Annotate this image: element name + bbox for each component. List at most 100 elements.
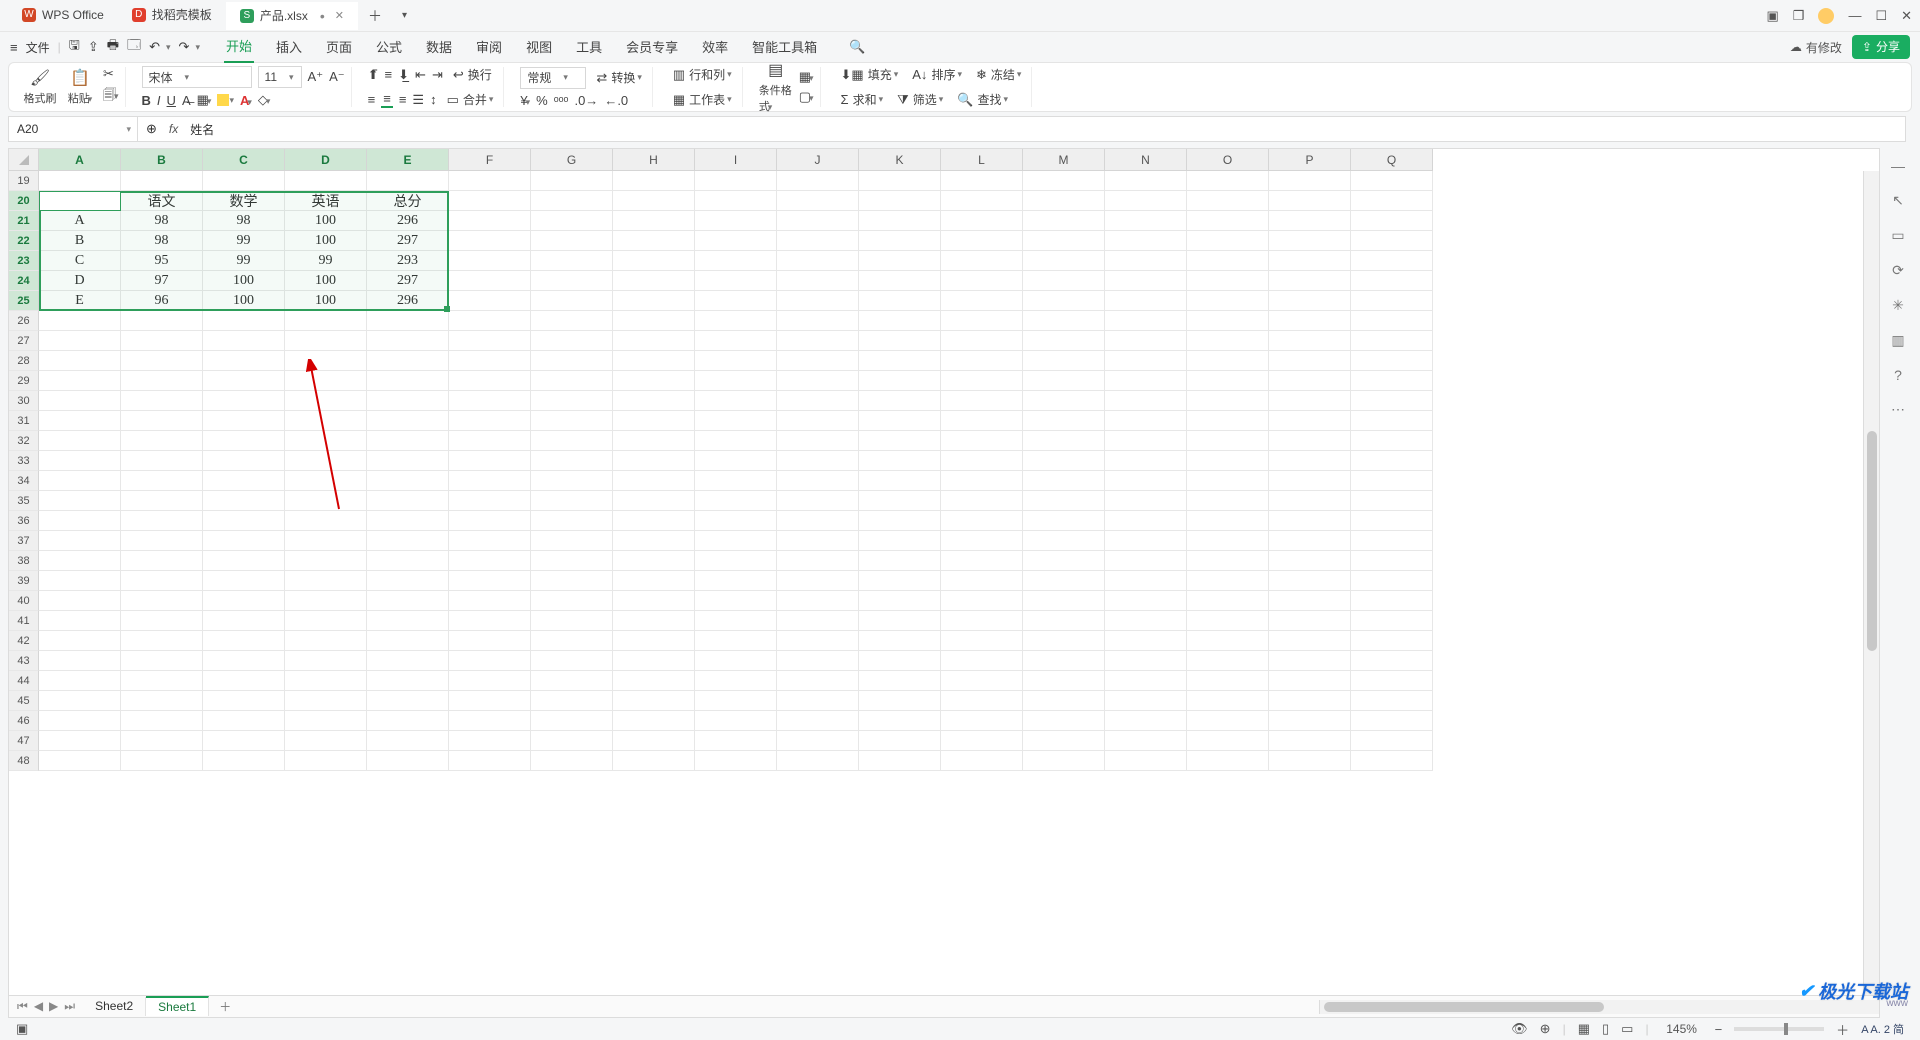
cell[interactable] bbox=[941, 371, 1023, 391]
sheet-tab[interactable]: Sheet1 bbox=[146, 996, 209, 1016]
cell[interactable] bbox=[367, 171, 449, 191]
ribbon-tab-efficiency[interactable]: 效率 bbox=[700, 33, 730, 62]
cell[interactable] bbox=[1269, 171, 1351, 191]
cell[interactable] bbox=[367, 571, 449, 591]
fill-color-button[interactable]: ▾ bbox=[217, 94, 234, 106]
sheet-prev-icon[interactable]: ◀ bbox=[34, 999, 43, 1014]
cell[interactable] bbox=[1187, 471, 1269, 491]
cell[interactable] bbox=[695, 611, 777, 631]
cell[interactable] bbox=[613, 171, 695, 191]
cell[interactable] bbox=[203, 631, 285, 651]
cell[interactable] bbox=[695, 211, 777, 231]
cell[interactable] bbox=[367, 671, 449, 691]
cell[interactable] bbox=[1187, 651, 1269, 671]
cell[interactable] bbox=[613, 451, 695, 471]
cell[interactable] bbox=[1269, 291, 1351, 311]
cell[interactable] bbox=[1269, 391, 1351, 411]
cell[interactable] bbox=[1105, 551, 1187, 571]
cell[interactable] bbox=[285, 711, 367, 731]
cell[interactable] bbox=[1269, 371, 1351, 391]
window-close-icon[interactable]: ✕ bbox=[1901, 8, 1912, 24]
cell[interactable] bbox=[1023, 191, 1105, 211]
cell[interactable] bbox=[285, 451, 367, 471]
cell[interactable] bbox=[449, 391, 531, 411]
cell[interactable]: E bbox=[39, 291, 121, 311]
cell[interactable] bbox=[695, 451, 777, 471]
cell[interactable] bbox=[1351, 751, 1433, 771]
merge-button[interactable]: ▭合并▾ bbox=[443, 89, 498, 110]
window-maximize-icon[interactable]: ☐ bbox=[1875, 8, 1887, 24]
cell[interactable] bbox=[531, 471, 613, 491]
cell[interactable] bbox=[941, 191, 1023, 211]
cell[interactable] bbox=[367, 751, 449, 771]
cell[interactable] bbox=[695, 751, 777, 771]
cell[interactable] bbox=[39, 331, 121, 351]
cell[interactable] bbox=[39, 711, 121, 731]
cell[interactable] bbox=[613, 591, 695, 611]
cell[interactable] bbox=[859, 471, 941, 491]
cell[interactable] bbox=[39, 751, 121, 771]
cell[interactable] bbox=[941, 531, 1023, 551]
cell[interactable] bbox=[367, 311, 449, 331]
zoom-slider[interactable] bbox=[1734, 1027, 1824, 1031]
row-header[interactable]: 23 bbox=[9, 251, 39, 271]
cell[interactable] bbox=[859, 631, 941, 651]
cell[interactable] bbox=[1351, 651, 1433, 671]
cell[interactable] bbox=[1187, 211, 1269, 231]
column-header[interactable]: I bbox=[695, 149, 777, 171]
cell[interactable] bbox=[1187, 191, 1269, 211]
cell[interactable]: 100 bbox=[285, 211, 367, 231]
tab-list-button[interactable]: ▾ bbox=[392, 10, 417, 21]
cell[interactable] bbox=[613, 291, 695, 311]
row-header[interactable]: 28 bbox=[9, 351, 39, 371]
cell[interactable] bbox=[449, 311, 531, 331]
decimal-dec-icon[interactable]: ←.0 bbox=[604, 93, 628, 108]
cell[interactable] bbox=[1023, 251, 1105, 271]
cell[interactable] bbox=[531, 331, 613, 351]
chevron-down-icon[interactable]: ▾ bbox=[126, 124, 131, 135]
cell[interactable] bbox=[531, 231, 613, 251]
cell[interactable] bbox=[285, 391, 367, 411]
cell[interactable] bbox=[777, 411, 859, 431]
cell[interactable] bbox=[859, 691, 941, 711]
cell[interactable] bbox=[1187, 291, 1269, 311]
ribbon-tab-vip[interactable]: 会员专享 bbox=[624, 33, 680, 62]
cell[interactable] bbox=[1269, 511, 1351, 531]
cell[interactable] bbox=[695, 311, 777, 331]
cell[interactable] bbox=[859, 671, 941, 691]
cell[interactable]: 数学 bbox=[203, 191, 285, 211]
fill-button[interactable]: ⬇▦填充▾ bbox=[837, 64, 903, 85]
cell[interactable]: C bbox=[39, 251, 121, 271]
cell[interactable] bbox=[859, 531, 941, 551]
row-header[interactable]: 29 bbox=[9, 371, 39, 391]
cell[interactable] bbox=[613, 351, 695, 371]
cell[interactable] bbox=[695, 591, 777, 611]
cell[interactable] bbox=[203, 171, 285, 191]
cell[interactable] bbox=[1187, 451, 1269, 471]
row-header[interactable]: 33 bbox=[9, 451, 39, 471]
cell[interactable] bbox=[367, 591, 449, 611]
cell[interactable] bbox=[449, 331, 531, 351]
zoom-in-icon[interactable]: ＋ bbox=[1836, 1020, 1849, 1039]
column-header[interactable]: H bbox=[613, 149, 695, 171]
cell[interactable] bbox=[449, 531, 531, 551]
hscroll-thumb[interactable] bbox=[1324, 1002, 1604, 1012]
export-icon[interactable]: ⇪ bbox=[88, 39, 99, 55]
record-macro-icon[interactable]: ▣ bbox=[16, 1021, 28, 1037]
align-justify-icon[interactable]: ☰ bbox=[412, 92, 424, 108]
font-color-button[interactable]: A▾ bbox=[240, 93, 252, 108]
cell[interactable] bbox=[1023, 171, 1105, 191]
sheet-first-icon[interactable]: ⏮ bbox=[17, 999, 28, 1014]
cell[interactable] bbox=[941, 611, 1023, 631]
cell[interactable] bbox=[859, 291, 941, 311]
cell[interactable]: 语文 bbox=[121, 191, 203, 211]
cell[interactable] bbox=[367, 711, 449, 731]
row-header[interactable]: 22 bbox=[9, 231, 39, 251]
cell[interactable]: 姓名 bbox=[39, 191, 121, 211]
cell[interactable] bbox=[531, 491, 613, 511]
cell[interactable] bbox=[695, 231, 777, 251]
cell[interactable] bbox=[859, 191, 941, 211]
style-panel-icon[interactable]: ▭ bbox=[1891, 227, 1904, 244]
cell[interactable] bbox=[777, 471, 859, 491]
cell[interactable] bbox=[531, 271, 613, 291]
